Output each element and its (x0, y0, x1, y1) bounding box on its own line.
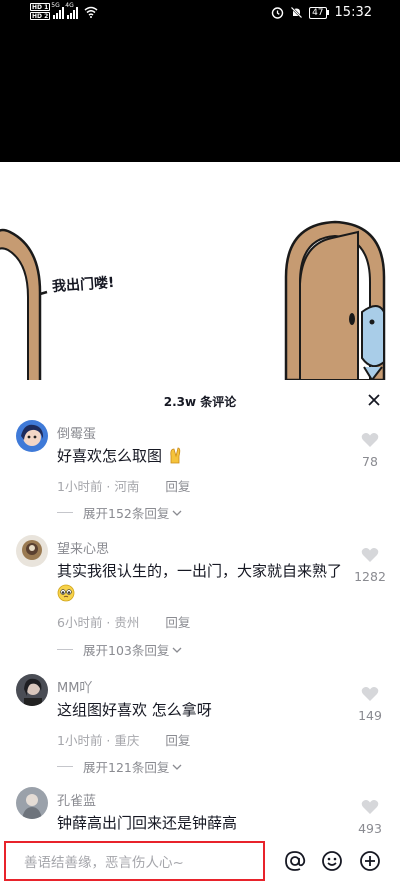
comment-meta: 6小时前 · 贵州 回复 (57, 615, 191, 630)
emoji-button[interactable] (319, 848, 345, 874)
add-button[interactable] (357, 848, 383, 874)
hd1-badge: HD 1 (30, 3, 51, 11)
heart-icon (361, 548, 379, 562)
comment-text: 好喜欢怎么取图 (57, 445, 357, 468)
reply-button[interactable]: 回复 (165, 479, 190, 494)
comments-panel: 2.3w 条评论 倒霉蛋 好喜欢怎么取图 1小时前 · 河南 回复 展开152条… (0, 380, 400, 888)
comment-item[interactable]: 望来心思 其实我很认生的，一出门，大家就自来熟了 6小时前 · 贵州 回复 展开… (0, 535, 400, 675)
like-button[interactable]: 1282 (348, 547, 392, 584)
comment-location: 贵州 (114, 615, 140, 630)
chevron-down-icon (172, 647, 182, 653)
comments-count-title: 2.3w 条评论 (163, 395, 237, 409)
comment-item[interactable]: MM吖 这组图好喜欢 怎么拿呀 1小时前 · 重庆 回复 展开121条回复 14… (0, 674, 400, 784)
comment-time: 1小时前 (57, 733, 103, 748)
mute-icon (290, 6, 303, 19)
expand-replies-button[interactable]: 展开121条回复 (57, 757, 183, 776)
comment-item[interactable]: 倒霉蛋 好喜欢怎么取图 1小时前 · 河南 回复 展开152条回复 78 (0, 420, 400, 540)
expand-replies-button[interactable]: 展开152条回复 (57, 503, 183, 522)
status-right: 47 15:32 (271, 5, 372, 20)
pleading-face-emoji (57, 584, 75, 602)
like-count: 149 (358, 708, 382, 723)
hd-indicators: HD 1 HD 2 (30, 3, 51, 20)
chevron-down-icon (172, 764, 182, 770)
comments-header: 2.3w 条评论 (0, 380, 400, 420)
comment-meta: 1小时前 · 重庆 回复 (57, 733, 191, 748)
avatar[interactable] (16, 787, 48, 819)
heart-icon (361, 687, 379, 701)
avatar[interactable] (16, 420, 48, 452)
expand-replies-button[interactable]: 展开103条回复 (57, 640, 183, 659)
heart-icon (361, 433, 379, 447)
at-icon (285, 851, 306, 871)
like-count: 493 (358, 821, 382, 836)
reply-button[interactable]: 回复 (165, 733, 190, 748)
reply-button[interactable]: 回复 (165, 615, 190, 630)
add-icon (360, 851, 380, 871)
close-button[interactable] (362, 388, 386, 412)
comment-input-bar: 善语结善缘，恶言伤人心~ (0, 839, 400, 888)
alarm-icon (271, 7, 284, 19)
comment-username[interactable]: 倒霉蛋 (57, 423, 96, 442)
comment-location: 重庆 (114, 733, 140, 748)
like-count: 78 (362, 454, 378, 469)
expand-replies-label: 展开121条回复 (83, 760, 170, 775)
comment-time: 6小时前 (57, 615, 103, 630)
comment-username[interactable]: 望来心思 (57, 538, 109, 557)
close-icon (368, 394, 380, 406)
fingers-crossed-emoji (170, 447, 180, 464)
comment-username[interactable]: MM吖 (57, 677, 92, 696)
avatar[interactable] (16, 674, 48, 706)
avatar[interactable] (16, 535, 48, 567)
battery-icon: 47 (309, 6, 329, 19)
network-type-1: 5G (51, 1, 60, 9)
like-button[interactable]: 78 (348, 432, 392, 469)
comment-text: 钟薛高出门回来还是钟薛高 (57, 814, 238, 832)
video-illustration[interactable]: 我出门喽! (0, 162, 400, 380)
like-count: 1282 (354, 569, 386, 584)
comment-input-placeholder: 善语结善缘，恶言伤人心~ (24, 855, 184, 871)
expand-replies-label: 展开152条回复 (83, 506, 170, 521)
hd2-badge: HD 2 (30, 12, 51, 20)
mention-button[interactable] (282, 848, 308, 874)
comment-item[interactable]: 孔雀蓝 钟薛高出门回来还是钟薛高 493 (0, 787, 400, 847)
status-bar: HD 1 HD 2 5G 4G 47 15:32 (0, 0, 400, 28)
comment-username[interactable]: 孔雀蓝 (57, 790, 96, 809)
status-left: HD 1 HD 2 5G 4G (30, 1, 98, 20)
emoji-icon (322, 851, 342, 871)
door-illustration (0, 220, 386, 380)
comment-location: 河南 (114, 479, 140, 494)
comment-text: 这组图好喜欢 怎么拿呀 (57, 701, 212, 719)
expand-replies-label: 展开103条回复 (83, 643, 170, 658)
comment-meta: 1小时前 · 河南 回复 (57, 479, 191, 494)
heart-icon (361, 800, 379, 814)
network-type-2: 4G (65, 1, 74, 9)
comment-time: 1小时前 (57, 479, 103, 494)
comment-text: 其实我很认生的，一出门，大家就自来熟了 (57, 560, 357, 606)
wifi-icon (84, 6, 98, 18)
battery-level: 47 (309, 6, 327, 19)
like-button[interactable]: 493 (348, 799, 392, 836)
chevron-down-icon (172, 510, 182, 516)
like-button[interactable]: 149 (348, 686, 392, 723)
signal-icon: 5G (51, 1, 65, 19)
comment-input[interactable]: 善语结善缘，恶言伤人心~ (4, 841, 265, 881)
clock: 15:32 (334, 5, 372, 20)
video-player[interactable] (0, 28, 400, 162)
signal-icon: 4G (65, 1, 79, 19)
